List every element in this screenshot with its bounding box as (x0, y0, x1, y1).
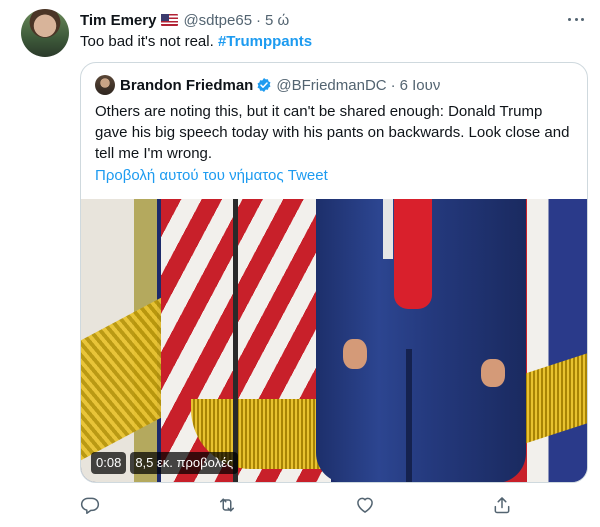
quoted-tweet-header: Brandon Friedman @BFriedmanDC · 6 Ιουν (120, 75, 440, 95)
show-thread-link[interactable]: Προβολή αυτού του νήματος Tweet (95, 166, 328, 186)
tweet-header: Tim Emery @sdtpe65 · 5 ώ (80, 10, 289, 30)
video-duration: 0:08 (91, 452, 127, 474)
quoted-author-handle: @BFriedmanDC (276, 76, 387, 94)
more-icon[interactable] (566, 12, 586, 26)
reply-button[interactable] (80, 495, 100, 515)
timestamp[interactable]: 5 ώ (265, 12, 289, 29)
quoted-separator: · (390, 76, 396, 94)
video-info-badges: 0:08 8,5 εκ. προβολές (91, 452, 239, 474)
like-icon (357, 497, 373, 513)
separator: · (256, 11, 262, 29)
tweet-text-body: Too bad it's not real. (80, 33, 218, 50)
video-scene-pants-seam (406, 349, 412, 482)
video-scene-shirt (383, 199, 393, 259)
us-flag-icon (161, 14, 179, 26)
quoted-avatar (95, 75, 115, 95)
author-handle[interactable]: @sdtpe65 (183, 12, 252, 29)
retweet-icon (220, 498, 234, 512)
reply-icon (80, 497, 100, 514)
tweet[interactable]: Tim Emery @sdtpe65 · 5 ώ Too bad it's no… (0, 0, 600, 527)
tweet-text: Too bad it's not real. #Trumppants (80, 32, 312, 52)
like-button[interactable] (355, 495, 375, 515)
video-scene-hand-left (343, 339, 367, 369)
quoted-tweet[interactable]: Brandon Friedman @BFriedmanDC · 6 Ιουν O… (80, 62, 588, 483)
video-view-count: 8,5 εκ. προβολές (130, 452, 239, 474)
action-bar (80, 495, 510, 515)
verified-badge-icon (257, 78, 271, 92)
quoted-author-name: Brandon Friedman (120, 76, 254, 94)
video-scene-hand-right (481, 359, 505, 387)
quoted-tweet-text: Others are noting this, but it can't be … (95, 103, 570, 162)
video-player[interactable]: 0:08 8,5 εκ. προβολές (81, 199, 587, 482)
share-icon (494, 497, 510, 514)
share-button[interactable] (492, 495, 512, 515)
author-name[interactable]: Tim Emery (80, 12, 156, 29)
hashtag-link[interactable]: #Trumppants (218, 33, 312, 50)
quoted-timestamp: 6 Ιουν (399, 76, 441, 94)
retweet-button[interactable] (217, 495, 237, 515)
video-scene-pole (233, 199, 238, 482)
video-scene-tie (394, 199, 432, 309)
avatar[interactable] (21, 9, 69, 57)
